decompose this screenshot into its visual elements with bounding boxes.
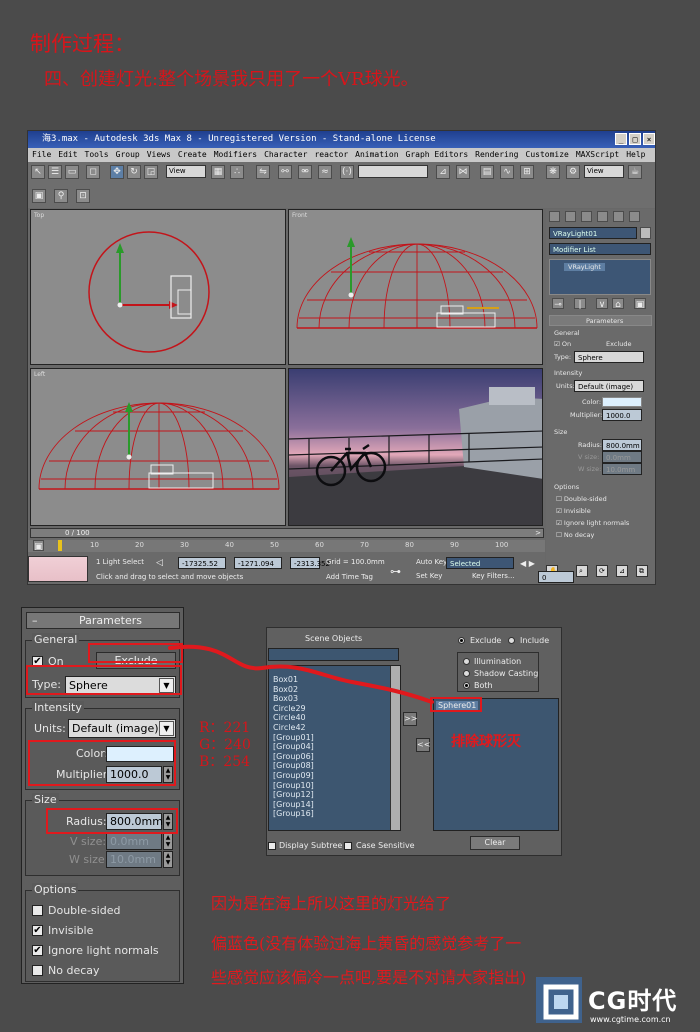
note-line-2: 偏蓝色(没有体验过海上黄昏的感觉参考了一 bbox=[211, 934, 522, 953]
note-line-1: 因为是在海上所以这里的灯光给了 bbox=[211, 894, 452, 913]
logo-url: www.cgtime.com.cn bbox=[590, 1015, 671, 1024]
logo-brand: CG时代 bbox=[588, 987, 678, 1015]
cgtime-logo: CG时代 www.cgtime.com.cn bbox=[532, 973, 694, 1029]
cgtime-logo-icon bbox=[536, 977, 582, 1023]
annotation-connector bbox=[168, 644, 434, 704]
note-line-3: 些感觉应该偏冷一点吧,要是不对请大家指出) bbox=[211, 968, 527, 987]
exclude-annotation: 排除球形灭 bbox=[451, 734, 521, 750]
rgb-values: R：221 G：240 B：254 bbox=[199, 720, 251, 770]
